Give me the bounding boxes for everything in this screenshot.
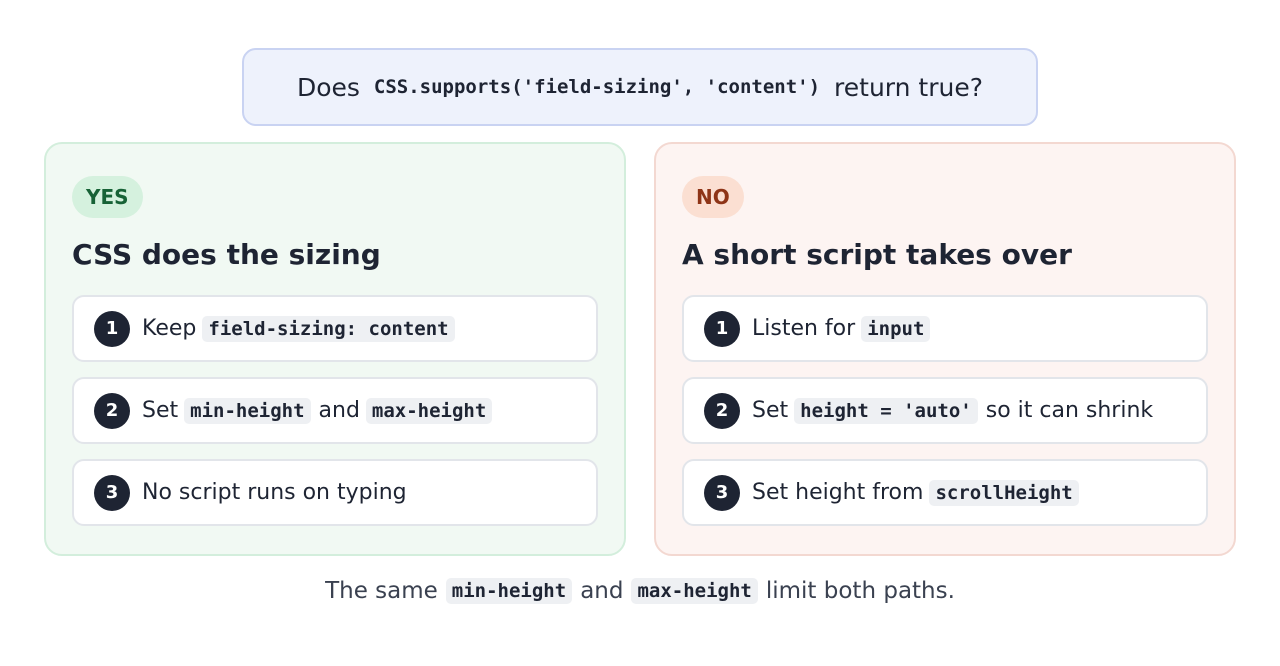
step-text: Listen for	[752, 316, 856, 341]
no-step-2: 2 Set height = 'auto' so it can shrink	[682, 377, 1208, 444]
step-text: Set	[142, 398, 179, 423]
step-text-2: so it can shrink	[985, 398, 1154, 423]
step-text: Set height from	[752, 480, 924, 505]
footer-text-2: and	[580, 578, 624, 604]
yes-step-2: 2 Set min-height and max-height	[72, 377, 598, 444]
decision-question: Does CSS.supports('field-sizing', 'conte…	[242, 48, 1038, 126]
footer-code-2: max-height	[631, 578, 758, 604]
step-number-2: 2	[704, 392, 740, 429]
no-branch-title: A short script takes over	[682, 238, 1072, 271]
step-text: Keep	[142, 316, 197, 341]
step-number-3: 3	[704, 474, 740, 511]
step-code: scrollHeight	[929, 479, 1079, 506]
no-step-1: 1 Listen for input	[682, 295, 1208, 362]
question-prefix: Does	[296, 72, 360, 102]
yes-branch-panel: YES CSS does the sizing 1 Keep field-siz…	[44, 142, 626, 556]
question-suffix: return true?	[834, 72, 984, 102]
yes-badge: YES	[72, 176, 143, 218]
step-number-3: 3	[94, 474, 130, 511]
yes-step-1: 1 Keep field-sizing: content	[72, 295, 598, 362]
footer-code-1: min-height	[445, 578, 573, 604]
step-text: Set	[752, 398, 789, 423]
step-number-1: 1	[94, 310, 130, 347]
yes-step-3: 3 No script runs on typing	[72, 459, 598, 526]
no-branch-panel: NO A short script takes over 1 Listen fo…	[654, 142, 1236, 556]
step-number-2: 2	[94, 392, 130, 429]
flow-diagram: Does CSS.supports('field-sizing', 'conte…	[0, 0, 1280, 666]
step-text-2: and	[318, 398, 360, 423]
no-badge: NO	[682, 176, 744, 218]
step-code: input	[861, 315, 931, 342]
step-code: min-height	[184, 397, 311, 424]
step-code: field-sizing: content	[202, 315, 455, 342]
step-number-1: 1	[704, 310, 740, 347]
step-code-2: max-height	[365, 397, 493, 424]
step-code: height = 'auto'	[794, 397, 978, 424]
footer-text-3: limit both paths.	[765, 578, 955, 604]
no-step-3: 3 Set height from scrollHeight	[682, 459, 1208, 526]
question-code: CSS.supports('field-sizing', 'content')	[373, 76, 821, 98]
yes-branch-title: CSS does the sizing	[72, 238, 381, 271]
footer-text-1: The same	[325, 578, 438, 604]
step-text: No script runs on typing	[142, 480, 407, 505]
footer-note: The same min-height and max-height limit…	[0, 578, 1280, 604]
